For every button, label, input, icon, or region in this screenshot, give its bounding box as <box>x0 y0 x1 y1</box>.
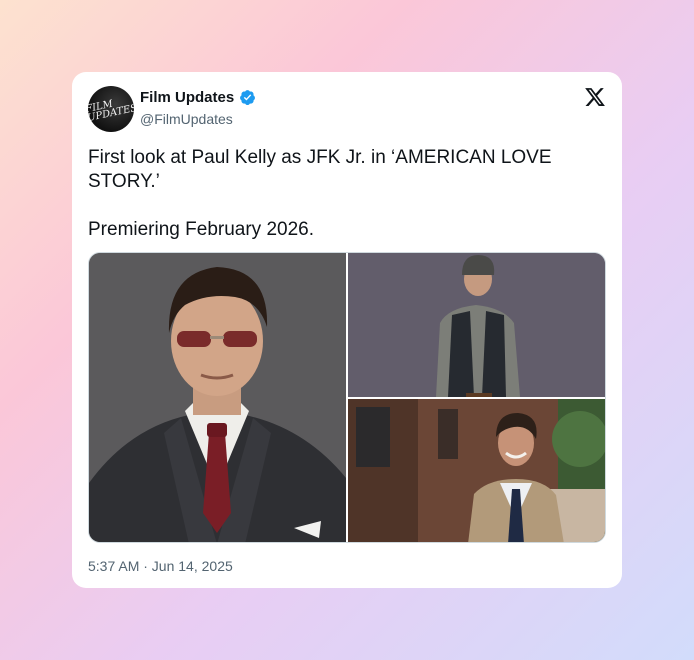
tweet-timestamp[interactable]: 5:37 AM · Jun 14, 2025 <box>88 558 233 574</box>
author-name[interactable]: Film Updates <box>140 89 234 106</box>
tweet-card: FILM UPDATES Film Updates @FilmUpdates F… <box>72 72 622 588</box>
man-in-suit-sunglasses-photo[interactable] <box>89 253 346 542</box>
tweet-text: First look at Paul Kelly as JFK Jr. in ‘… <box>88 147 552 240</box>
man-in-tan-blazer-street-photo[interactable] <box>348 399 605 542</box>
verified-badge-icon <box>240 90 256 106</box>
x-logo-icon[interactable] <box>584 86 606 108</box>
author-name-row: Film Updates <box>140 89 256 106</box>
author-handle[interactable]: @FilmUpdates <box>140 111 233 127</box>
media-grid[interactable] <box>88 252 606 543</box>
man-in-vest-beanie-photo[interactable] <box>348 253 605 397</box>
author-avatar[interactable]: FILM UPDATES <box>88 86 134 132</box>
avatar-logo-text: FILM UPDATES <box>88 98 134 125</box>
